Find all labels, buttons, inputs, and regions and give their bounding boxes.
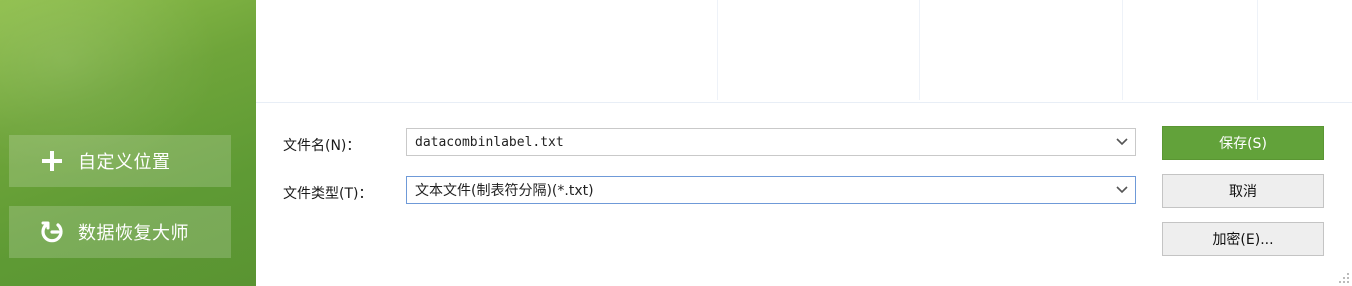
- chevron-down-icon[interactable]: [1109, 129, 1135, 155]
- encrypt-button[interactable]: 加密(E)...: [1162, 222, 1324, 256]
- cancel-button[interactable]: 取消: [1162, 174, 1324, 208]
- filename-combobox[interactable]: datacombinlabel.txt: [406, 128, 1136, 156]
- column-divider: [1122, 0, 1123, 100]
- custom-location-label: 自定义位置: [78, 152, 171, 173]
- file-list-area[interactable]: [256, 0, 1352, 103]
- column-divider: [1257, 0, 1258, 100]
- chevron-down-icon[interactable]: [1109, 177, 1135, 203]
- filetype-value: 文本文件(制表符分隔)(*.txt): [415, 183, 594, 199]
- filetype-select[interactable]: 文本文件(制表符分隔)(*.txt): [406, 176, 1136, 204]
- custom-location-button[interactable]: 自定义位置: [9, 135, 231, 187]
- recovery-icon: [38, 218, 66, 246]
- sidebar: 自定义位置 数据恢复大师: [0, 0, 256, 286]
- filename-label: 文件名(N)：: [283, 138, 361, 154]
- column-divider: [717, 0, 718, 100]
- resize-grip-icon[interactable]: [1339, 273, 1349, 283]
- data-recovery-button[interactable]: 数据恢复大师: [9, 206, 231, 258]
- save-button[interactable]: 保存(S): [1162, 126, 1324, 160]
- data-recovery-label: 数据恢复大师: [78, 223, 189, 244]
- filename-input[interactable]: datacombinlabel.txt: [407, 135, 1109, 150]
- save-options-panel: 文件名(N)： datacombinlabel.txt 文件类型(T)： 文本文…: [256, 103, 1352, 286]
- plus-icon: [38, 147, 66, 175]
- filetype-label: 文件类型(T)：: [283, 186, 373, 202]
- column-divider: [919, 0, 920, 100]
